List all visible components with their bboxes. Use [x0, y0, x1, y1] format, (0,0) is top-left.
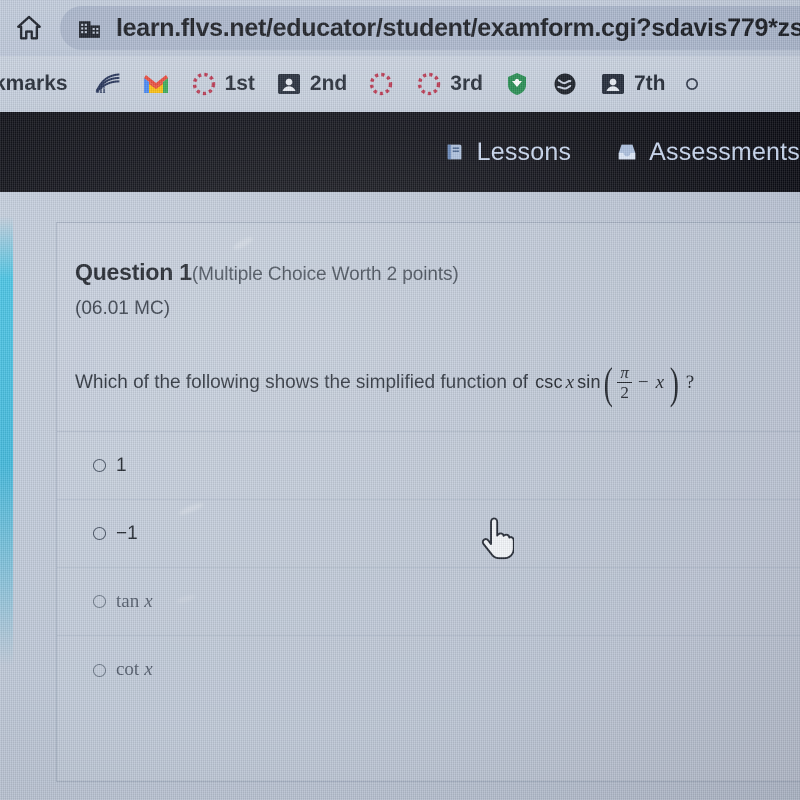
- bookmark-label: 3rd: [450, 72, 483, 95]
- bookmark-label: 7th: [633, 72, 666, 95]
- math-var-x2: x: [655, 371, 665, 393]
- math-question-mark: ?: [685, 371, 695, 393]
- bookmarks-folder-label[interactable]: kmarks: [0, 72, 68, 96]
- inbox-icon: [615, 140, 639, 164]
- math-denominator: 2: [620, 383, 629, 402]
- answer-function: tan: [116, 590, 140, 612]
- nav-item-assessments[interactable]: Assessments: [593, 112, 800, 192]
- dotted-circle-icon: [367, 70, 395, 98]
- dotted-circle-icon: [415, 70, 443, 98]
- answer-variable: x: [144, 659, 153, 680]
- answer-choice-3[interactable]: tan x: [57, 568, 800, 636]
- url-text: learn.flvs.net/educator/student/examform…: [116, 13, 800, 42]
- answer-variable: x: [144, 590, 153, 612]
- answer-label: tan x: [116, 591, 153, 613]
- answer-label: −1: [116, 522, 138, 544]
- answer-choice-2[interactable]: −1: [57, 500, 800, 568]
- question-title: Question 1: [75, 259, 192, 285]
- question-stem-text: Which of the following shows the simplif…: [75, 371, 529, 393]
- book-icon: [443, 140, 467, 164]
- contact-card-icon: [599, 70, 627, 98]
- question-stem: Which of the following shows the simplif…: [57, 320, 800, 408]
- question-header: Question 1 (Multiple Choice Worth 2 poin…: [57, 223, 800, 286]
- dotted-circle-icon: [190, 70, 218, 98]
- answer-label: 1: [116, 454, 127, 476]
- bookmark-item[interactable]: [541, 62, 589, 106]
- bookmark-item[interactable]: [357, 62, 405, 106]
- answer-choice-4[interactable]: cot x: [57, 636, 800, 704]
- math-csc: csc: [535, 372, 563, 392]
- exam-page-body: Question 1 (Multiple Choice Worth 2 poin…: [0, 192, 800, 800]
- radio-button[interactable]: [93, 663, 106, 677]
- home-icon[interactable]: [12, 11, 46, 45]
- dark-globe-icon: [551, 70, 579, 98]
- math-numerator: π: [620, 363, 629, 382]
- green-shield-icon: [503, 70, 531, 98]
- left-accent-strip: [0, 216, 13, 666]
- site-navigation-bar: Lessons Assessments: [0, 112, 800, 192]
- address-bar[interactable]: learn.flvs.net/educator/student/examform…: [60, 6, 800, 50]
- answer-choices-list: 1 −1 tan x cot x: [57, 431, 800, 704]
- math-sin: sin: [577, 372, 601, 392]
- question-code: (06.01 MC): [75, 298, 171, 319]
- bookmark-item[interactable]: [493, 62, 541, 106]
- math-minus-operator: −: [637, 371, 649, 393]
- partial-icon: [685, 70, 699, 98]
- math-fraction: π 2: [617, 364, 632, 401]
- contact-card-icon: [275, 70, 303, 98]
- bookmark-item-7th[interactable]: 7th: [589, 62, 676, 106]
- browser-toolbar: learn.flvs.net/educator/student/examform…: [0, 0, 800, 56]
- nav-label-lessons: Lessons: [476, 137, 572, 166]
- bookmark-item[interactable]: [132, 62, 180, 106]
- svg-text:sfi: sfi: [95, 85, 105, 96]
- nav-item-lessons[interactable]: Lessons: [421, 112, 594, 192]
- radio-button[interactable]: [93, 595, 106, 608]
- sfi-logo-icon: sfi: [94, 70, 122, 98]
- answer-function: cot: [116, 659, 140, 680]
- bookmark-item-3rd[interactable]: 3rd: [405, 62, 493, 106]
- answer-label: cot x: [116, 659, 153, 681]
- bookmarks-bar: kmarks sfi 1st 2nd 3rd 7th: [0, 56, 800, 112]
- photographed-screen: learn.flvs.net/educator/student/examform…: [0, 0, 800, 800]
- nav-label-assessments: Assessments: [649, 137, 800, 166]
- bookmark-label: 1st: [224, 72, 255, 95]
- building-icon: [76, 15, 102, 41]
- math-expression: csc x sin ( π 2 − x ) ?: [535, 358, 695, 408]
- radio-button[interactable]: [93, 459, 106, 472]
- bookmark-item-1st[interactable]: 1st: [180, 62, 265, 106]
- bookmark-item-2nd[interactable]: 2nd: [265, 62, 357, 106]
- answer-choice-1[interactable]: 1: [57, 432, 800, 500]
- math-var-x: x: [565, 371, 575, 393]
- question-card: Question 1 (Multiple Choice Worth 2 poin…: [56, 222, 800, 782]
- radio-button[interactable]: [93, 527, 106, 540]
- bookmark-item[interactable]: sfi: [84, 62, 132, 106]
- bookmark-item[interactable]: [675, 62, 699, 106]
- bookmark-label: 2nd: [309, 72, 348, 95]
- gmail-icon: [142, 70, 170, 98]
- question-subtitle: (Multiple Choice Worth 2 points): [191, 264, 459, 285]
